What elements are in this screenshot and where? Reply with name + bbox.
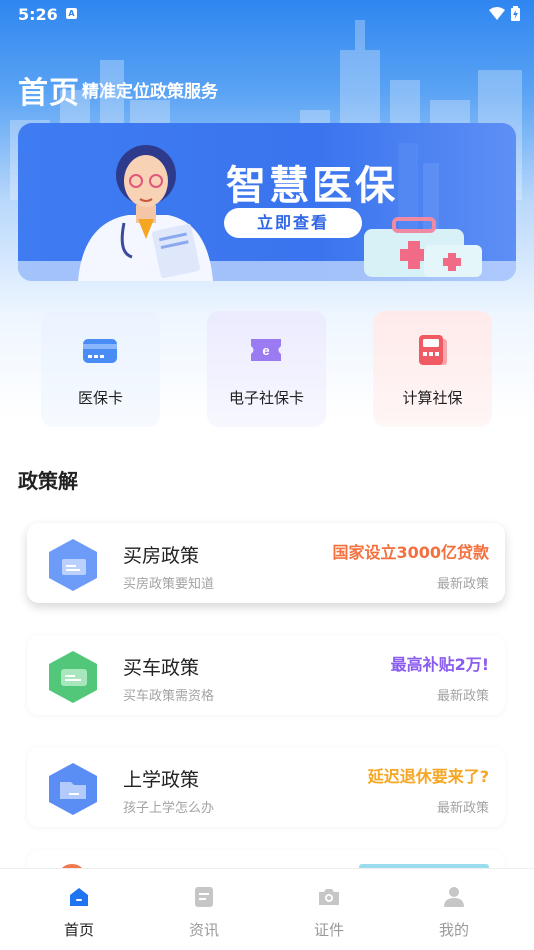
policy-title: 上学政策 — [123, 769, 200, 791]
policy-highlight: 国家设立3000亿贷款 — [332, 543, 489, 562]
tab-home-label: 首页 — [63, 921, 94, 939]
status-time: 5:26 — [18, 5, 58, 24]
policy-highlight: 最高补贴2万! — [390, 655, 489, 674]
notification-icon: A — [66, 8, 77, 19]
policy-card-school[interactable]: 上学政策 孩子上学怎么办 延迟退休要来了? 最新政策 — [27, 747, 505, 827]
policy-title: 买房政策 — [123, 545, 200, 567]
policy-note: 最新政策 — [436, 801, 489, 816]
bottom-tab-bar: 首页 资讯 证件 我的 — [0, 868, 534, 950]
policy-note: 最新政策 — [436, 689, 489, 704]
tab-profile-label: 我的 — [438, 921, 469, 939]
news-icon — [195, 887, 213, 907]
e-social-card-icon: e — [251, 339, 281, 361]
medical-card-icon — [83, 339, 117, 363]
banner-title: 智慧医保 — [226, 163, 398, 209]
policy-highlight: 延迟退休要来了? — [367, 767, 489, 786]
page-title: 首页 — [18, 76, 80, 111]
e-social-card-tile[interactable]: e 电子社保卡 — [207, 311, 326, 427]
medical-card-label: 医保卡 — [77, 389, 123, 407]
chat-hexagon-icon — [49, 651, 97, 703]
camera-icon — [319, 889, 339, 905]
smart-medical-insurance-banner[interactable]: 智慧医保 立即查看 — [18, 123, 516, 281]
tab-news-label: 资讯 — [188, 921, 219, 939]
tab-documents-label: 证件 — [313, 921, 344, 939]
policy-card-car[interactable]: 买车政策 买车政策需资格 最高补贴2万! 最新政策 — [27, 635, 505, 715]
folder-hexagon-icon — [49, 763, 97, 815]
tab-home[interactable]: 首页 — [29, 869, 129, 950]
policy-title: 买车政策 — [123, 657, 200, 679]
wifi-icon — [489, 7, 505, 20]
tab-news[interactable]: 资讯 — [154, 869, 254, 950]
document-hexagon-icon — [49, 539, 97, 591]
view-now-button[interactable]: 立即查看 — [224, 208, 362, 238]
policy-subtitle: 买车政策需资格 — [123, 689, 215, 704]
e-social-card-label: 电子社保卡 — [228, 389, 304, 407]
medical-kit-illustration — [364, 217, 482, 277]
battery-icon — [511, 6, 520, 21]
calculator-icon — [419, 335, 447, 365]
home-icon — [70, 888, 88, 906]
policy-subtitle: 买房政策要知道 — [123, 577, 215, 592]
status-bar: 5:26 A — [0, 0, 534, 28]
page-subtitle: 精准定位政策服务 — [82, 82, 218, 102]
section-title: 政策解 — [18, 469, 78, 493]
calculate-social-insurance-tile[interactable]: 计算社保 — [373, 311, 492, 427]
policy-subtitle: 孩子上学怎么办 — [123, 801, 215, 816]
medical-card-tile[interactable]: 医保卡 — [41, 311, 160, 427]
policy-note: 最新政策 — [436, 577, 489, 592]
svg-text:e: e — [262, 343, 269, 358]
tab-documents[interactable]: 证件 — [279, 869, 379, 950]
policy-card-house[interactable]: 买房政策 买房政策要知道 国家设立3000亿贷款 最新政策 — [27, 523, 505, 603]
profile-icon — [444, 887, 464, 907]
calculate-social-insurance-label: 计算社保 — [402, 389, 463, 407]
tab-profile[interactable]: 我的 — [404, 869, 504, 950]
